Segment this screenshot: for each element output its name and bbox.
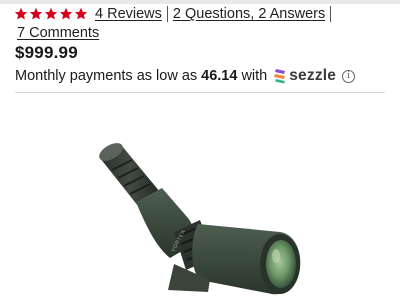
star-rating[interactable] [14, 7, 88, 21]
star-icon [59, 7, 73, 20]
star-icon [29, 7, 43, 20]
product-image[interactable]: VORTEX [90, 140, 310, 300]
section-divider [15, 92, 385, 93]
sezzle-icon [274, 69, 286, 84]
separator [330, 6, 332, 22]
reviews-link[interactable]: 4 Reviews [95, 6, 162, 22]
comments-link[interactable]: 7 Comments [17, 25, 99, 41]
sezzle-logo[interactable]: sezzle [273, 67, 336, 85]
financing-connector: with [241, 68, 268, 84]
sezzle-wordmark: sezzle [289, 67, 337, 84]
star-icon [44, 7, 58, 20]
info-icon[interactable]: i [342, 69, 356, 83]
separator [166, 6, 168, 22]
questions-link[interactable]: 2 Questions, 2 Answers [173, 6, 325, 22]
comments-row: 7 Comments [17, 25, 99, 41]
monthly-amount: 46.14 [201, 68, 238, 84]
star-icon [74, 7, 88, 20]
objective-lens [266, 240, 296, 288]
star-icon [14, 7, 28, 20]
product-price: $999.99 [15, 43, 78, 62]
review-summary: 4 Reviews 2 Questions, 2 Answers [14, 4, 394, 24]
financing-message: Monthly payments as low as 46.14 with se… [15, 67, 356, 85]
financing-prefix: Monthly payments as low as [15, 68, 198, 84]
